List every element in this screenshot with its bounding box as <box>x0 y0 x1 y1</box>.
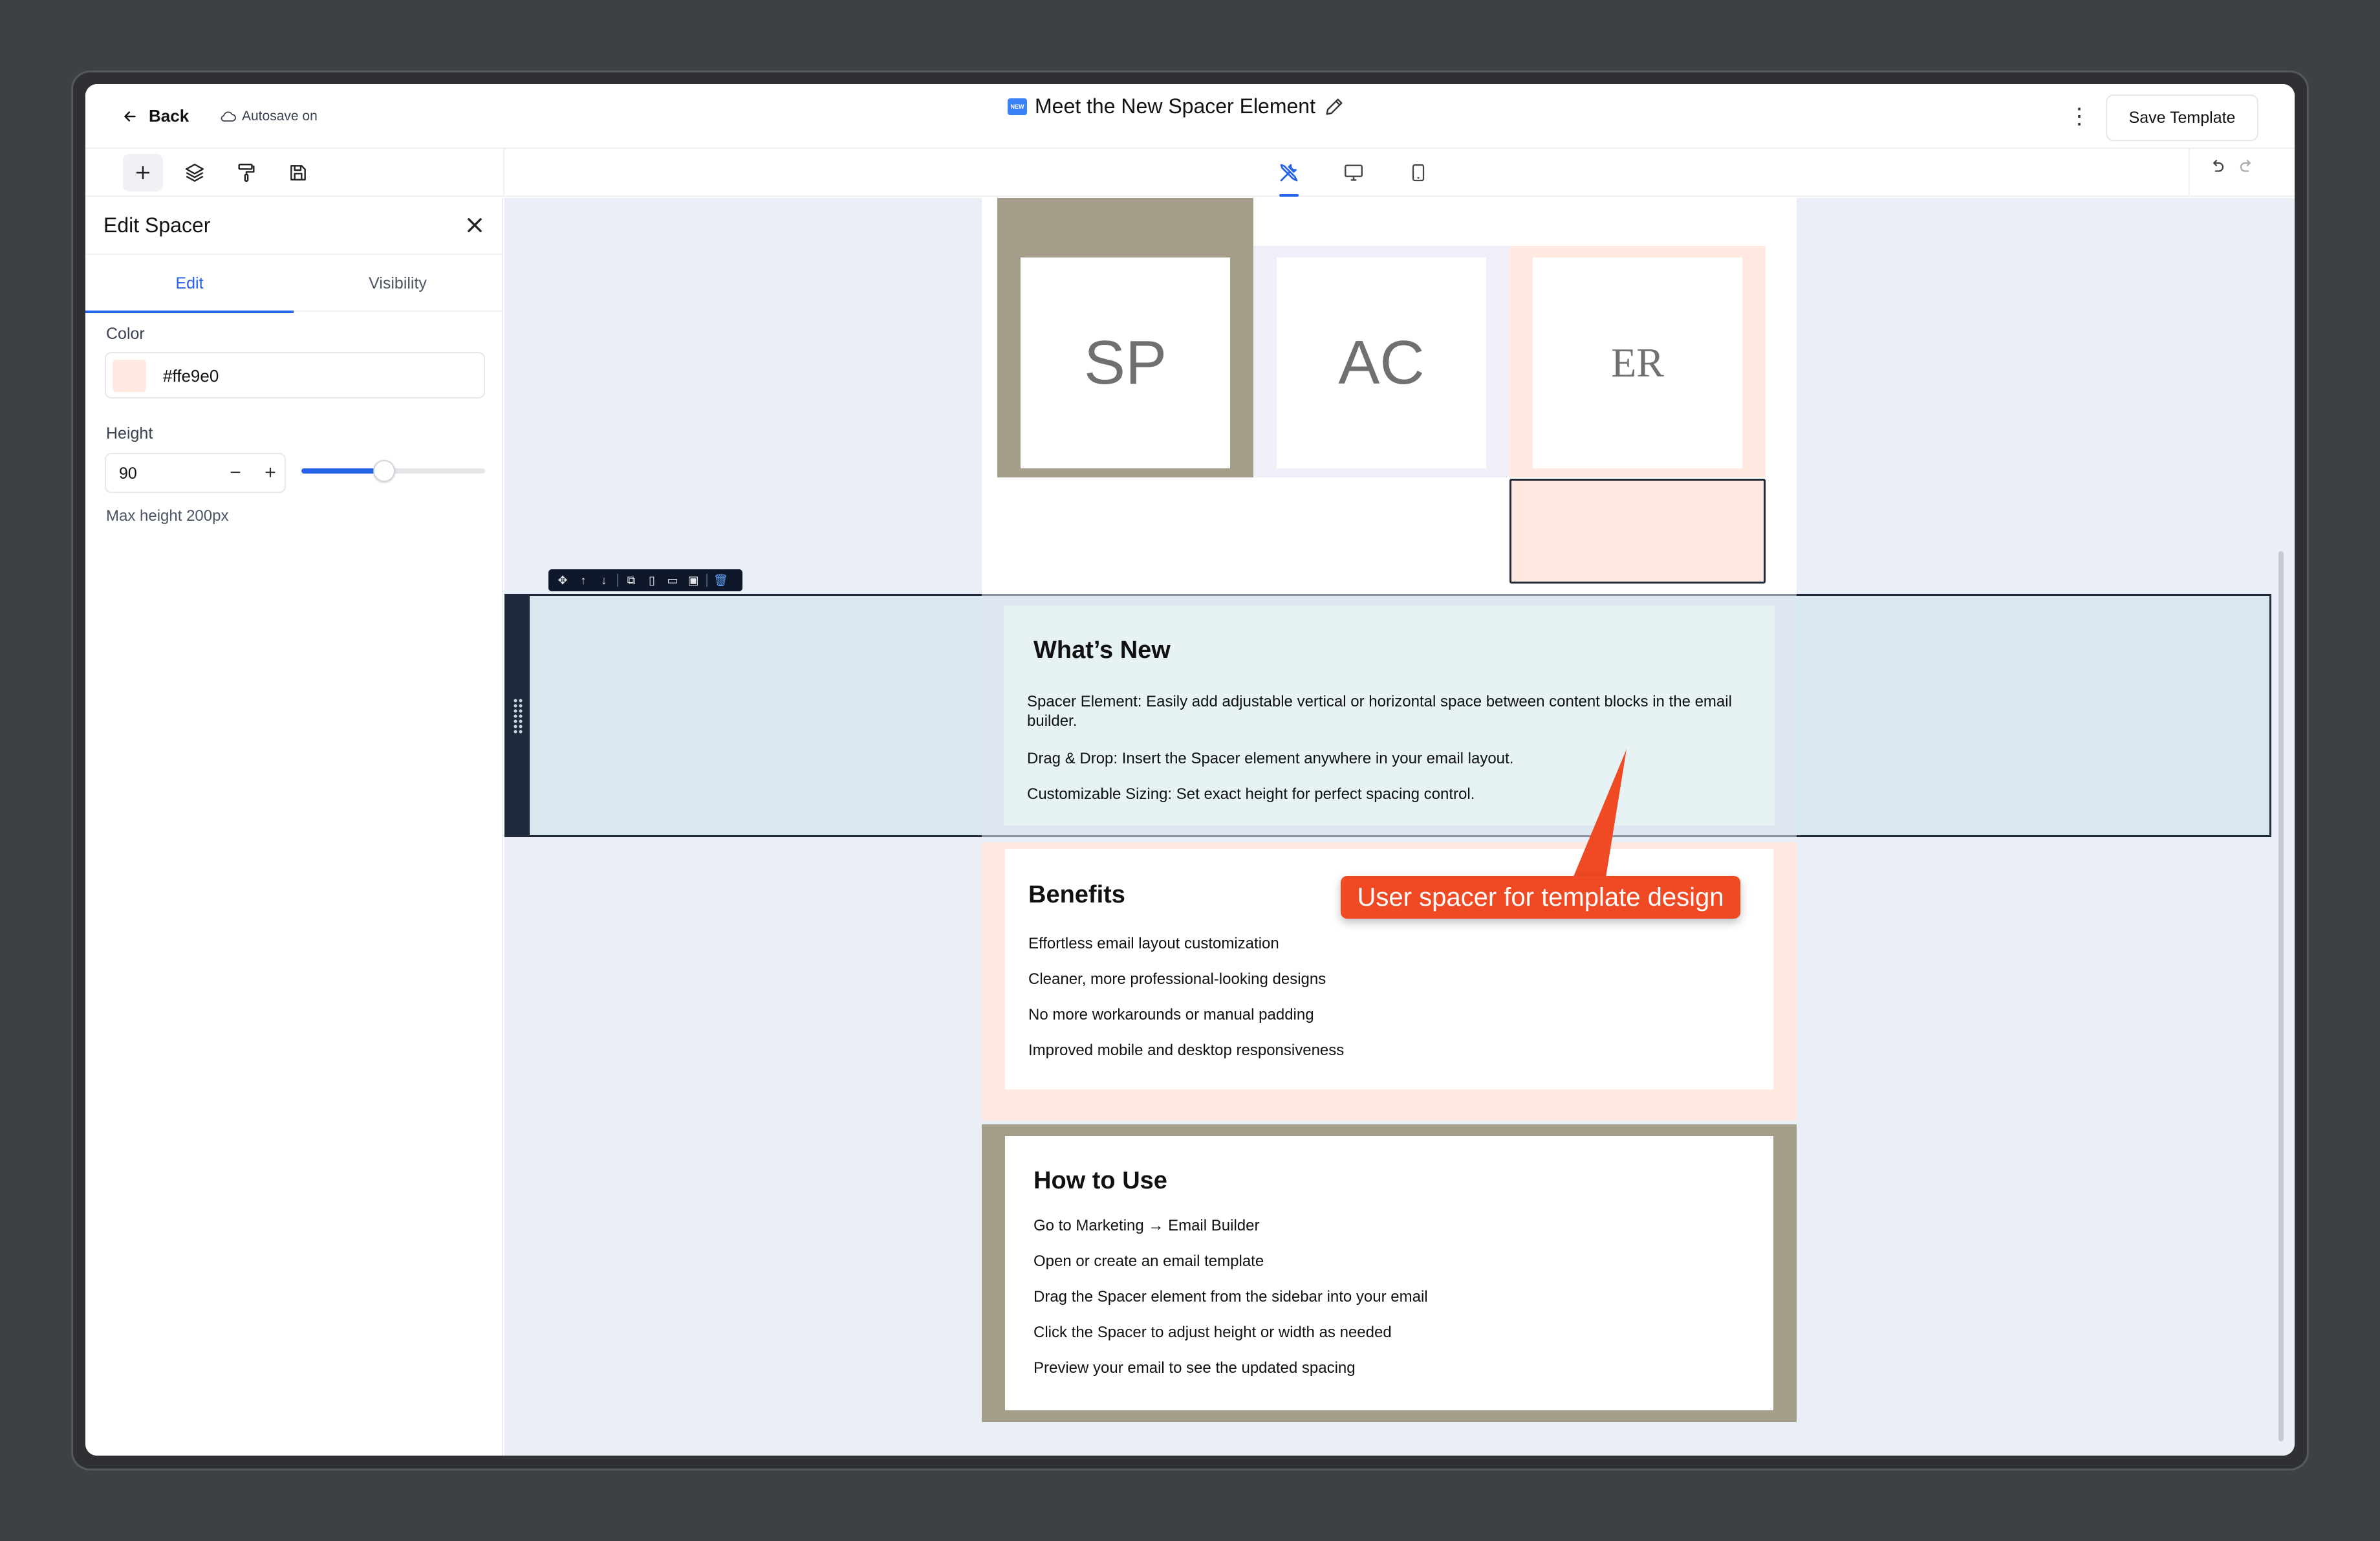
logo-section: SP AC ER <box>982 198 1797 594</box>
mobile-preview-button[interactable] <box>1398 154 1438 191</box>
logo-text-sp: SP <box>1021 257 1230 468</box>
benefit-item: No more workarounds or manual padding <box>1028 1006 1314 1023</box>
autosave-status: Autosave on <box>220 109 318 124</box>
save-template-button[interactable]: Save Template <box>2106 94 2258 141</box>
panel-tabs: Edit Visibility <box>85 254 502 313</box>
trash-icon[interactable]: 🗑 <box>713 573 728 587</box>
move-icon[interactable]: ✥ <box>556 573 570 587</box>
redo-icon[interactable] <box>2238 157 2257 176</box>
desktop-visibility-icon[interactable]: ▭ <box>665 573 680 587</box>
logo-text-ac: AC <box>1277 257 1486 468</box>
plus-icon <box>136 166 149 179</box>
edit-spacer-panel: Edit Spacer Edit Visibility Color #ffe9e… <box>85 198 503 1456</box>
max-height-hint: Max height 200px <box>106 507 229 525</box>
desktop-preview-button[interactable] <box>1334 154 1374 191</box>
height-stepper[interactable]: 90 − + <box>105 453 286 493</box>
how-to-step: Click the Spacer to adjust height or wid… <box>1033 1324 1392 1341</box>
height-slider[interactable] <box>301 460 485 482</box>
color-value: #ffe9e0 <box>163 366 219 386</box>
increase-height-button[interactable]: + <box>256 458 285 489</box>
more-menu-icon[interactable]: ⋮ <box>2068 104 2090 129</box>
annotation-callout: User spacer for template design <box>1341 876 1740 919</box>
save-draft-button[interactable] <box>278 154 318 191</box>
logo-tile-er[interactable]: ER <box>1509 246 1766 477</box>
pencil-icon[interactable] <box>1323 96 1345 118</box>
logo-text-er: ER <box>1533 257 1742 468</box>
panel-tools <box>123 154 318 191</box>
undo-icon[interactable] <box>2207 157 2226 176</box>
scrollbar-thumb[interactable] <box>2278 551 2284 1441</box>
layers-icon <box>186 164 204 182</box>
toolbar-separator <box>706 574 708 587</box>
benefit-item: Effortless email layout customization <box>1028 935 1279 952</box>
height-slider-fill <box>301 468 384 474</box>
toolbar <box>85 149 2295 197</box>
move-down-icon[interactable]: ↓ <box>597 573 611 587</box>
cloud-icon <box>221 111 236 122</box>
toolbar-divider-right <box>2189 149 2190 197</box>
benefits-title: Benefits <box>1028 881 1125 908</box>
duplicate-icon[interactable]: ⧉ <box>624 573 638 587</box>
layers-button[interactable] <box>175 154 215 191</box>
monitor-icon <box>1345 164 1363 181</box>
view-tools <box>1269 154 1438 197</box>
whats-new-item: Customizable Sizing: Set exact height fo… <box>1027 785 1475 803</box>
close-panel-button[interactable] <box>460 211 489 239</box>
paint-roller-icon <box>238 164 255 182</box>
whats-new-item: Spacer Element: Easily add adjustable ve… <box>1027 693 1732 730</box>
history-tools <box>2207 157 2257 176</box>
move-up-icon[interactable]: ↑ <box>576 573 590 587</box>
color-field[interactable]: #ffe9e0 <box>105 352 485 399</box>
how-to-step: Drag the Spacer element from the sidebar… <box>1033 1288 1428 1306</box>
template-title: Meet the New Spacer Element <box>1035 94 1315 118</box>
editor-mode-button[interactable] <box>1269 154 1309 197</box>
mobile-visibility-icon[interactable]: ▯ <box>645 573 659 587</box>
new-badge: NEW <box>1008 98 1027 115</box>
tools-icon <box>1280 164 1298 182</box>
benefit-item: Improved mobile and desktop responsivene… <box>1028 1042 1345 1059</box>
height-slider-handle[interactable] <box>373 460 395 482</box>
color-swatch[interactable] <box>113 360 146 392</box>
whats-new-card[interactable]: What’s New Spacer Element: Easily add ad… <box>1004 606 1775 825</box>
how-to-title: How to Use <box>1033 1167 1167 1194</box>
phone-icon <box>1412 164 1425 182</box>
how-to-step: Preview your email to see the updated sp… <box>1033 1359 1356 1377</box>
decrease-height-button[interactable]: − <box>221 458 250 489</box>
styles-button[interactable] <box>226 154 266 191</box>
color-label: Color <box>106 325 145 343</box>
whats-new-title: What’s New <box>1033 637 1171 664</box>
floppy-disk-icon <box>290 165 306 180</box>
selected-spacer-block[interactable] <box>1509 479 1766 584</box>
how-to-card: How to Use Go to Marketing → Email Build… <box>1005 1136 1773 1410</box>
top-bar: Back Autosave on NEW Meet the New Spacer… <box>85 84 2295 149</box>
logo-tile-ac[interactable]: AC <box>1253 246 1509 477</box>
how-to-section[interactable]: How to Use Go to Marketing → Email Build… <box>982 1124 1797 1422</box>
canvas-scrollbar[interactable] <box>2277 198 2286 1456</box>
height-label: Height <box>106 424 153 443</box>
how-to-step: Open or create an email template <box>1033 1252 1264 1270</box>
close-icon <box>468 218 482 232</box>
back-button[interactable]: Back <box>122 106 189 126</box>
row-drag-handle[interactable] <box>506 596 530 835</box>
save-block-icon[interactable]: ▣ <box>686 573 700 587</box>
back-label: Back <box>149 106 189 126</box>
app-window: Back Autosave on NEW Meet the New Spacer… <box>85 84 2295 1456</box>
benefit-item: Cleaner, more professional-looking desig… <box>1028 970 1326 988</box>
row-action-toolbar: ✥ ↑ ↓ ⧉ ▯ ▭ ▣ 🗑 <box>548 569 742 591</box>
autosave-label: Autosave on <box>242 109 318 124</box>
tab-edit[interactable]: Edit <box>85 255 294 313</box>
tab-visibility[interactable]: Visibility <box>294 255 502 312</box>
add-element-button[interactable] <box>123 154 163 191</box>
page-title: NEW Meet the New Spacer Element <box>1008 94 1345 118</box>
how-to-step: Go to Marketing → Email Builder <box>1033 1217 1260 1234</box>
height-value[interactable]: 90 <box>119 464 137 483</box>
toolbar-separator <box>617 574 618 587</box>
whats-new-item: Drag & Drop: Insert the Spacer element a… <box>1027 750 1514 767</box>
panel-title: Edit Spacer <box>103 213 211 237</box>
arrow-left-icon <box>124 111 136 122</box>
toolbar-divider <box>503 149 504 197</box>
logo-tile-sp[interactable]: SP <box>997 198 1253 477</box>
grip-icon <box>513 698 523 734</box>
email-canvas: SP AC ER Benefits Effortless email layou… <box>504 198 2295 1456</box>
